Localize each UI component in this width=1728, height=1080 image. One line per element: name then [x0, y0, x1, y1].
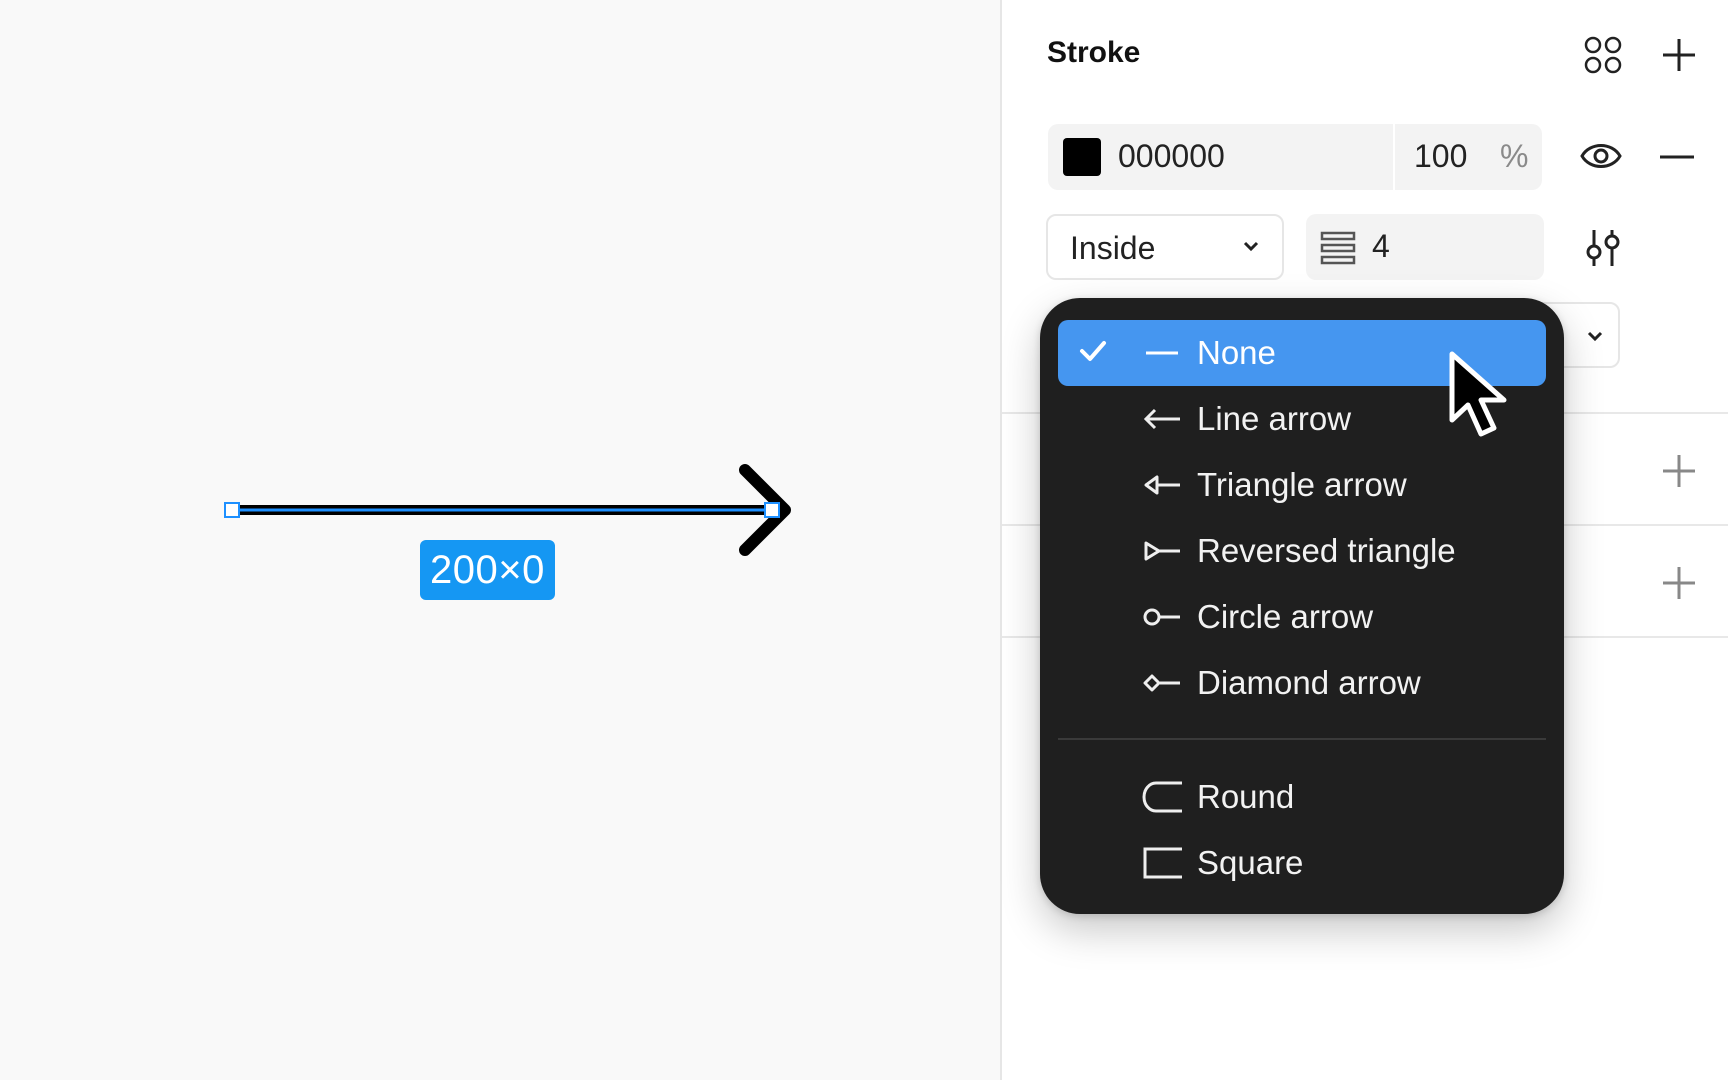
opacity-value[interactable]: 100 — [1414, 138, 1467, 175]
menu-item-label: None — [1197, 334, 1276, 371]
stroke-section-title: Stroke — [1047, 36, 1141, 69]
stroke-weight-icon — [1320, 230, 1356, 266]
reversed-triangle-icon — [1142, 531, 1182, 571]
menu-item-reversed-triangle[interactable]: Reversed triangle — [1058, 518, 1546, 584]
start-point-handle[interactable] — [224, 502, 240, 518]
remove-stroke-icon[interactable] — [1658, 154, 1696, 160]
design-canvas[interactable]: 200×0 — [0, 0, 1000, 1080]
menu-item-label: Diamond arrow — [1197, 664, 1421, 701]
add-effect-icon[interactable] — [1660, 452, 1698, 490]
menu-item-square-cap[interactable]: Square — [1058, 830, 1546, 896]
stroke-weight-field[interactable]: 4 — [1306, 214, 1544, 280]
menu-item-label: Triangle arrow — [1197, 466, 1407, 503]
chevron-down-icon — [1586, 330, 1604, 342]
style-grid-icon[interactable] — [1584, 36, 1622, 74]
circle-arrow-icon — [1142, 597, 1182, 637]
visibility-eye-icon[interactable] — [1580, 138, 1622, 174]
checkmark-icon — [1078, 336, 1108, 366]
stroke-settings-sliders-icon[interactable] — [1584, 228, 1622, 268]
color-swatch[interactable] — [1063, 138, 1101, 176]
opacity-unit: % — [1500, 138, 1529, 174]
square-cap-icon — [1142, 843, 1184, 883]
line-arrow-icon — [1142, 399, 1182, 439]
field-divider — [1393, 124, 1395, 190]
stroke-position-select[interactable]: Inside — [1046, 214, 1284, 280]
menu-item-label: Line arrow — [1197, 400, 1352, 437]
add-export-icon[interactable] — [1660, 564, 1698, 602]
menu-item-label: Reversed triangle — [1197, 532, 1456, 569]
menu-item-triangle-arrow[interactable]: Triangle arrow — [1058, 452, 1546, 518]
menu-item-label: Square — [1197, 844, 1304, 881]
end-point-handle[interactable] — [764, 502, 780, 518]
chevron-down-icon — [1242, 240, 1260, 252]
add-stroke-icon[interactable] — [1660, 36, 1698, 74]
menu-item-label: Round — [1197, 778, 1295, 815]
menu-item-circle-arrow[interactable]: Circle arrow — [1058, 584, 1546, 650]
round-cap-icon — [1142, 777, 1184, 817]
stroke-color-field[interactable]: 000000 100 % — [1048, 124, 1542, 190]
menu-item-diamond-arrow[interactable]: Diamond arrow — [1058, 650, 1546, 716]
dimension-badge: 200×0 — [420, 540, 555, 600]
stroke-weight-value[interactable]: 4 — [1372, 228, 1390, 265]
menu-separator — [1058, 738, 1546, 740]
menu-item-label: Circle arrow — [1197, 598, 1374, 635]
triangle-arrow-icon — [1142, 465, 1182, 505]
stroke-position-value: Inside — [1070, 230, 1156, 266]
mouse-cursor-icon — [1449, 351, 1507, 437]
menu-item-round-cap[interactable]: Round — [1058, 764, 1546, 830]
line-icon — [1142, 333, 1182, 373]
diamond-arrow-icon — [1142, 663, 1182, 703]
color-hex-value[interactable]: 000000 — [1118, 138, 1225, 175]
